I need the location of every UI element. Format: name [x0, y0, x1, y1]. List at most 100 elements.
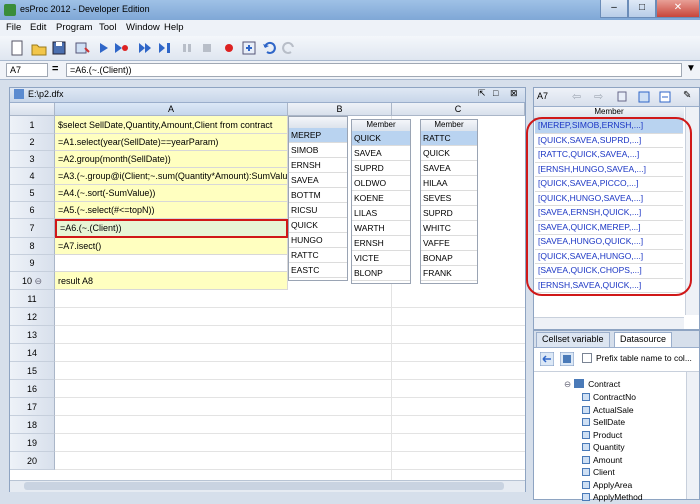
- member-table-row[interactable]: EASTC: [289, 263, 347, 278]
- row-header[interactable]: 8: [10, 238, 55, 255]
- tree-node-contract[interactable]: ⊖ Contract: [564, 378, 620, 391]
- cell-a2[interactable]: =A1.select(year(SellDate)==yearParam): [55, 134, 288, 151]
- tab-datasource[interactable]: Datasource: [614, 332, 673, 347]
- member-table-row[interactable]: SUPRD: [421, 206, 477, 221]
- menu-file[interactable]: File: [6, 22, 21, 33]
- member-table-row[interactable]: WHITC: [421, 221, 477, 236]
- member-table-row[interactable]: MEREP: [289, 128, 347, 143]
- row-header[interactable]: 3: [10, 151, 55, 168]
- row-header[interactable]: 18: [10, 416, 55, 434]
- member-table-row[interactable]: SEVES: [421, 191, 477, 206]
- column-header-b[interactable]: B: [288, 103, 392, 116]
- menu-edit[interactable]: Edit: [30, 22, 46, 33]
- view-icon[interactable]: [659, 91, 671, 105]
- maximize-button[interactable]: □: [628, 0, 656, 18]
- field-item[interactable]: Quantity: [582, 441, 625, 454]
- menu-window[interactable]: Window: [126, 22, 160, 33]
- run-icon[interactable]: [94, 39, 112, 57]
- field-item[interactable]: ApplyMethod: [582, 491, 643, 504]
- member-table-c[interactable]: Member RATTC QUICK SAVEA HILAA SEVES SUPRD WHI…: [420, 119, 478, 284]
- row-header[interactable]: 11: [10, 290, 55, 308]
- row-header[interactable]: 7: [10, 219, 55, 238]
- cell-a6[interactable]: =A5.(~.select(#<=topN)): [55, 202, 288, 219]
- member-table-row[interactable]: SIMOB: [289, 143, 347, 158]
- column-header-c[interactable]: C: [392, 103, 525, 116]
- collapse-toggle-icon[interactable]: ⊖: [32, 276, 42, 286]
- cell-a7[interactable]: =A6.(~.(Client)): [55, 219, 288, 238]
- member-table-row[interactable]: ERNSH: [352, 236, 410, 251]
- member-table-row[interactable]: RATTC: [289, 248, 347, 263]
- export-icon[interactable]: [638, 91, 650, 105]
- formula-input[interactable]: =A6.(~.(Client)): [66, 63, 682, 77]
- menu-program[interactable]: Program: [56, 22, 92, 33]
- datasource-icon[interactable]: [559, 351, 575, 368]
- prefix-checkbox[interactable]: [582, 353, 592, 363]
- member-table-row[interactable]: BOTTM: [289, 188, 347, 203]
- stop-icon[interactable]: [198, 39, 216, 57]
- minimize-button[interactable]: –: [600, 0, 628, 18]
- breakpoint-icon[interactable]: [220, 39, 238, 57]
- member-table-row[interactable]: SUPRD: [352, 161, 410, 176]
- calculate-icon[interactable]: [240, 39, 258, 57]
- run-to-cursor-icon[interactable]: [112, 39, 130, 57]
- member-table-b1[interactable]: MEREP SIMOB ERNSH SAVEA BOTTM RICSU QUICK HUNGO…: [288, 116, 348, 281]
- member-table-row[interactable]: RICSU: [289, 203, 347, 218]
- field-item[interactable]: Client: [582, 466, 615, 479]
- row-header[interactable]: 20: [10, 452, 55, 470]
- chevron-down-icon[interactable]: ▼: [686, 63, 696, 74]
- back-arrow-icon[interactable]: ⇦: [572, 90, 581, 103]
- member-table-row[interactable]: HUNGO: [289, 233, 347, 248]
- member-table-row[interactable]: WARTH: [352, 221, 410, 236]
- undo-icon[interactable]: [260, 39, 278, 57]
- copy-icon[interactable]: [617, 91, 629, 105]
- close-icon[interactable]: ⊠: [510, 88, 518, 99]
- close-button[interactable]: ✕: [656, 0, 700, 18]
- member-table-row[interactable]: HILAA: [421, 176, 477, 191]
- cell-a9[interactable]: [55, 255, 288, 272]
- cell-a4[interactable]: =A3.(~.group@i(Client;~.sum(Quantity*Amo…: [55, 168, 288, 185]
- field-item[interactable]: ApplyArea: [582, 479, 632, 492]
- redo-icon[interactable]: [280, 39, 298, 57]
- field-item[interactable]: ActualSale: [582, 404, 634, 417]
- forward-arrow-icon[interactable]: ⇨: [594, 90, 603, 103]
- row-header[interactable]: 14: [10, 344, 55, 362]
- member-table-row[interactable]: ERNSH: [289, 158, 347, 173]
- member-table-row[interactable]: KOENE: [352, 191, 410, 206]
- member-table-row[interactable]: VICTE: [352, 251, 410, 266]
- row-header[interactable]: 1: [10, 116, 55, 134]
- row-header[interactable]: 5: [10, 185, 55, 202]
- cell-a10[interactable]: result A8: [55, 272, 288, 290]
- pause-icon[interactable]: [178, 39, 196, 57]
- field-item[interactable]: SellDate: [582, 416, 625, 429]
- column-header-a[interactable]: A: [55, 103, 288, 116]
- new-file-icon[interactable]: [8, 39, 26, 57]
- member-table-row[interactable]: BLONP: [352, 266, 410, 281]
- tree-toggle-icon[interactable]: ⊖: [564, 379, 571, 389]
- member-table-row[interactable]: OLDWO: [352, 176, 410, 191]
- restore-icon[interactable]: ⇱: [478, 88, 486, 99]
- member-table-row[interactable]: QUICK: [421, 146, 477, 161]
- field-item[interactable]: ContractNo: [582, 391, 636, 404]
- horizontal-scrollbar[interactable]: [534, 317, 684, 329]
- open-folder-icon[interactable]: [30, 39, 48, 57]
- member-table-row[interactable]: QUICK: [289, 218, 347, 233]
- pin-icon[interactable]: ✎: [683, 90, 691, 101]
- horizontal-scrollbar[interactable]: [10, 480, 525, 492]
- tab-cellset-variable[interactable]: Cellset variable: [536, 332, 610, 347]
- debug-icon[interactable]: [73, 39, 91, 57]
- cell-a1[interactable]: $select SellDate,Quantity,Amount,Client …: [55, 116, 288, 134]
- cell-a3[interactable]: =A2.group(month(SellDate)): [55, 151, 288, 168]
- member-table-row[interactable]: BONAP: [421, 251, 477, 266]
- row-header[interactable]: 6: [10, 202, 55, 219]
- row-header[interactable]: 4: [10, 168, 55, 185]
- menu-help[interactable]: Help: [164, 22, 184, 33]
- maximize-icon[interactable]: □: [493, 88, 498, 98]
- refresh-icon[interactable]: [539, 351, 555, 368]
- row-header[interactable]: 13: [10, 326, 55, 344]
- row-header[interactable]: 2: [10, 134, 55, 151]
- row-header[interactable]: 12: [10, 308, 55, 326]
- step-into-icon[interactable]: [156, 39, 174, 57]
- member-table-row[interactable]: QUICK: [352, 131, 410, 146]
- member-table-row[interactable]: FRANK: [421, 266, 477, 281]
- step-over-icon[interactable]: [136, 39, 154, 57]
